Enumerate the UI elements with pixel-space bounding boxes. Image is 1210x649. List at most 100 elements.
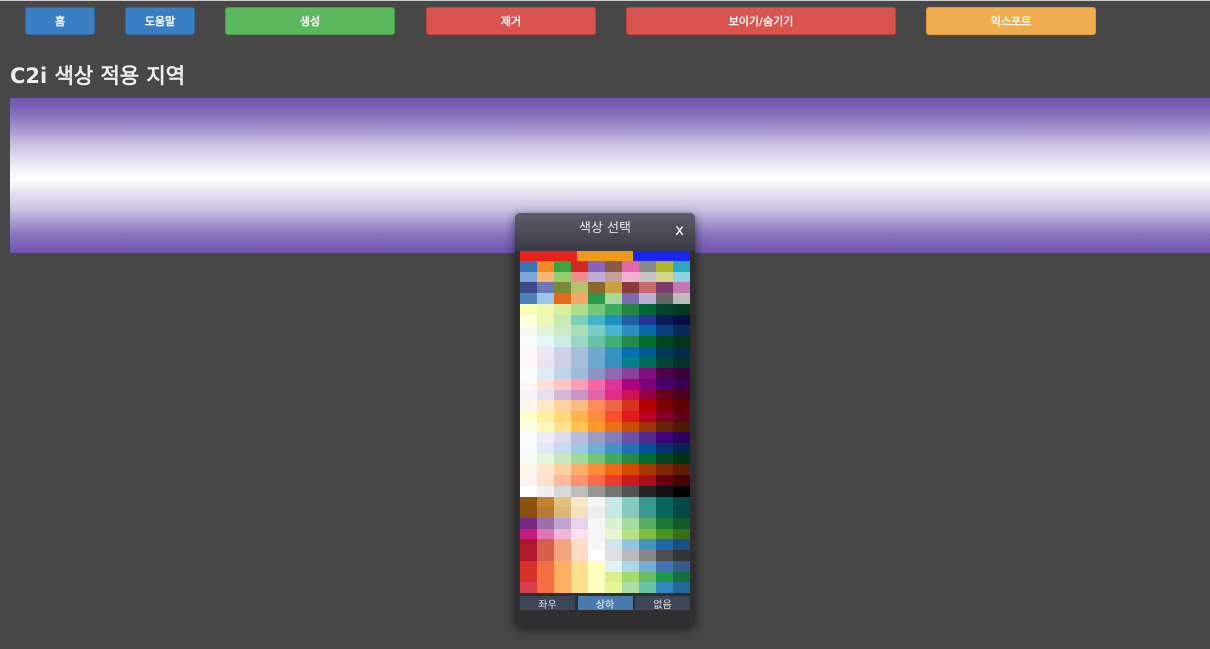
color-swatch[interactable] bbox=[520, 582, 538, 594]
color-swatch[interactable] bbox=[673, 368, 691, 380]
color-swatch[interactable] bbox=[673, 261, 691, 272]
color-swatch[interactable] bbox=[639, 507, 657, 519]
color-swatch[interactable] bbox=[605, 261, 623, 272]
color-swatch[interactable] bbox=[639, 475, 657, 487]
color-swatch[interactable] bbox=[571, 303, 589, 315]
color-swatch[interactable] bbox=[554, 368, 572, 380]
color-swatch[interactable] bbox=[639, 443, 657, 455]
color-swatch[interactable] bbox=[605, 271, 623, 283]
color-swatch[interactable] bbox=[554, 346, 572, 358]
color-swatch[interactable] bbox=[554, 528, 572, 540]
color-swatch[interactable] bbox=[639, 357, 657, 369]
color-swatch[interactable] bbox=[639, 389, 657, 401]
color-swatch[interactable] bbox=[537, 496, 555, 508]
color-swatch[interactable] bbox=[520, 496, 538, 508]
color-swatch[interactable] bbox=[554, 314, 572, 326]
color-swatch[interactable] bbox=[520, 528, 538, 540]
color-swatch[interactable] bbox=[554, 325, 572, 337]
color-swatch[interactable] bbox=[588, 410, 606, 422]
color-swatch[interactable] bbox=[520, 475, 538, 487]
color-swatch[interactable] bbox=[588, 293, 606, 305]
color-swatch[interactable] bbox=[639, 325, 657, 337]
color-swatch[interactable] bbox=[622, 485, 640, 497]
color-swatch[interactable] bbox=[605, 303, 623, 315]
color-swatch[interactable] bbox=[639, 539, 657, 551]
color-swatch[interactable] bbox=[554, 335, 572, 347]
color-swatch[interactable] bbox=[520, 378, 538, 390]
color-swatch[interactable] bbox=[588, 496, 606, 508]
color-swatch[interactable] bbox=[656, 475, 674, 487]
color-swatch[interactable] bbox=[656, 507, 674, 519]
color-swatch[interactable] bbox=[537, 314, 555, 326]
color-swatch[interactable] bbox=[673, 496, 691, 508]
color-swatch[interactable] bbox=[537, 421, 555, 433]
color-swatch[interactable] bbox=[520, 261, 538, 272]
color-swatch[interactable] bbox=[554, 357, 572, 369]
color-swatch[interactable] bbox=[588, 314, 606, 326]
color-swatch[interactable] bbox=[656, 271, 674, 283]
color-swatch[interactable] bbox=[537, 507, 555, 519]
color-swatch[interactable] bbox=[622, 518, 640, 530]
color-swatch[interactable] bbox=[673, 432, 691, 444]
color-swatch[interactable] bbox=[537, 389, 555, 401]
color-swatch[interactable] bbox=[554, 560, 572, 572]
color-swatch[interactable] bbox=[622, 453, 640, 465]
color-swatch[interactable] bbox=[605, 282, 623, 294]
color-swatch[interactable] bbox=[571, 389, 589, 401]
color-swatch[interactable] bbox=[673, 346, 691, 358]
color-swatch[interactable] bbox=[673, 464, 691, 476]
color-swatch[interactable] bbox=[571, 335, 589, 347]
color-swatch[interactable] bbox=[588, 325, 606, 337]
color-swatch[interactable] bbox=[537, 550, 555, 562]
color-swatch[interactable] bbox=[520, 507, 538, 519]
color-swatch[interactable] bbox=[537, 528, 555, 540]
color-swatch[interactable] bbox=[622, 539, 640, 551]
remove-button[interactable]: 제거 bbox=[426, 7, 596, 35]
color-swatch[interactable] bbox=[622, 410, 640, 422]
color-swatch[interactable] bbox=[673, 560, 691, 572]
color-swatch[interactable] bbox=[605, 421, 623, 433]
color-swatch[interactable] bbox=[673, 293, 691, 305]
color-swatch[interactable] bbox=[537, 539, 555, 551]
color-swatch[interactable] bbox=[554, 496, 572, 508]
color-swatch[interactable] bbox=[605, 368, 623, 380]
color-swatch[interactable] bbox=[639, 335, 657, 347]
color-swatch[interactable] bbox=[571, 400, 589, 412]
color-swatch[interactable] bbox=[588, 368, 606, 380]
color-swatch[interactable] bbox=[622, 293, 640, 305]
color-swatch[interactable] bbox=[588, 400, 606, 412]
color-swatch[interactable] bbox=[554, 400, 572, 412]
color-swatch[interactable] bbox=[639, 410, 657, 422]
color-swatch[interactable] bbox=[656, 335, 674, 347]
color-swatch[interactable] bbox=[554, 539, 572, 551]
color-swatch[interactable] bbox=[571, 571, 589, 583]
color-swatch[interactable] bbox=[588, 357, 606, 369]
color-swatch[interactable] bbox=[673, 528, 691, 540]
color-swatch[interactable] bbox=[656, 539, 674, 551]
color-swatch[interactable] bbox=[622, 282, 640, 294]
color-swatch[interactable] bbox=[537, 464, 555, 476]
color-swatch[interactable] bbox=[554, 464, 572, 476]
color-swatch[interactable] bbox=[639, 282, 657, 294]
color-swatch[interactable] bbox=[605, 325, 623, 337]
color-swatch[interactable] bbox=[520, 485, 538, 497]
color-swatch[interactable] bbox=[571, 539, 589, 551]
color-swatch[interactable] bbox=[520, 453, 538, 465]
color-swatch[interactable] bbox=[639, 314, 657, 326]
color-swatch[interactable] bbox=[571, 443, 589, 455]
color-swatch[interactable] bbox=[639, 368, 657, 380]
color-swatch[interactable] bbox=[673, 571, 691, 583]
color-swatch[interactable] bbox=[622, 571, 640, 583]
color-swatch[interactable] bbox=[639, 453, 657, 465]
color-swatch[interactable] bbox=[537, 582, 555, 594]
color-swatch[interactable] bbox=[673, 271, 691, 283]
color-swatch[interactable] bbox=[656, 582, 674, 594]
color-swatch[interactable] bbox=[554, 443, 572, 455]
color-swatch[interactable] bbox=[639, 485, 657, 497]
color-swatch[interactable] bbox=[673, 335, 691, 347]
color-swatch[interactable] bbox=[554, 378, 572, 390]
color-swatch[interactable] bbox=[622, 582, 640, 594]
color-swatch[interactable] bbox=[622, 368, 640, 380]
color-swatch[interactable] bbox=[571, 518, 589, 530]
color-swatch[interactable] bbox=[588, 485, 606, 497]
